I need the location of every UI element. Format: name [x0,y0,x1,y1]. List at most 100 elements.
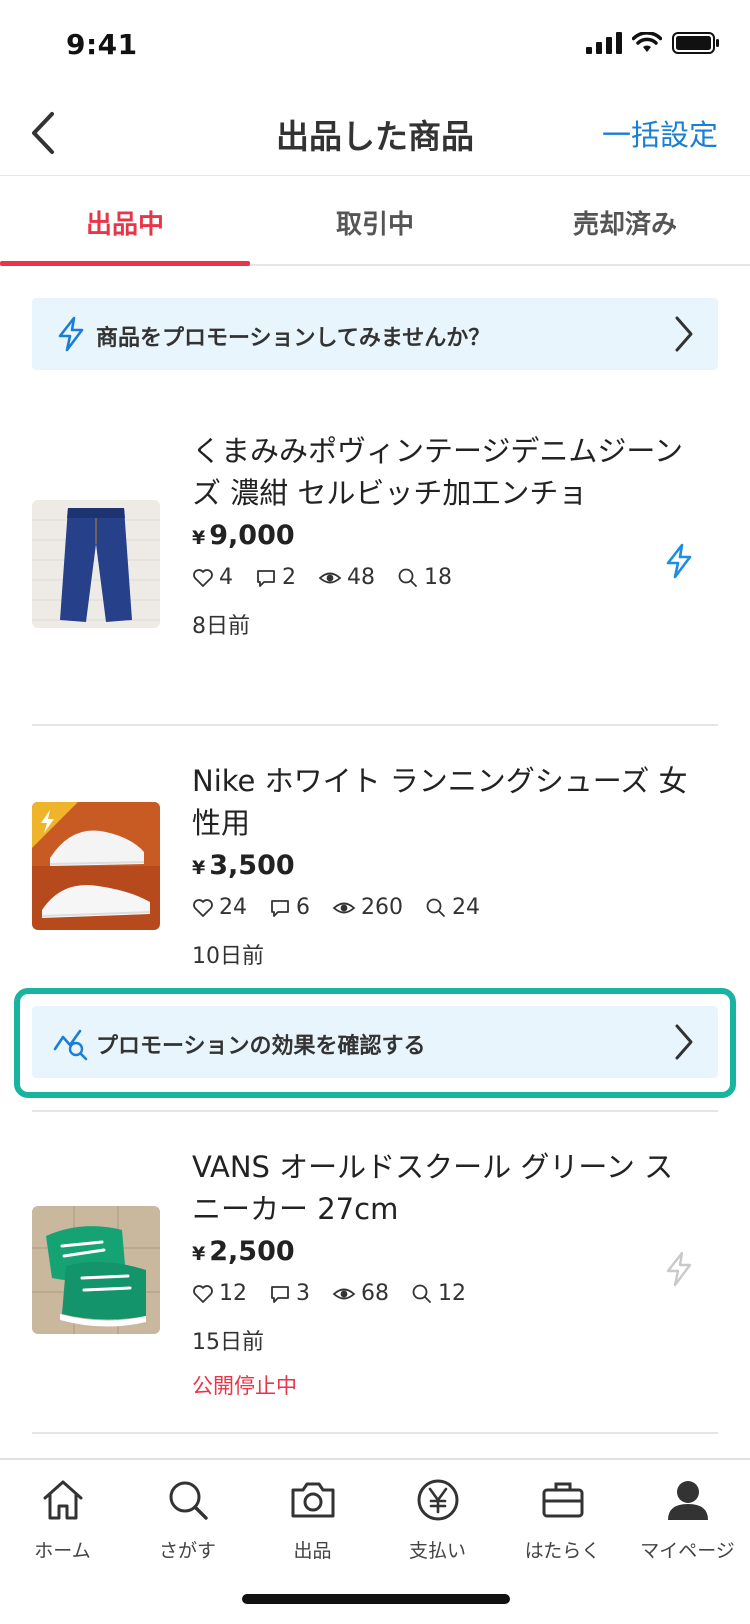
bulk-settings-link[interactable]: 一括設定 [602,112,718,154]
searches-count: 12 [438,1281,466,1306]
views-stat: 68 [332,1281,389,1306]
item-details: くまみみポヴィンテージデニムジーンズ 濃紺 セルビッチ加工ンチョ ¥9,000 … [192,430,702,640]
heart-icon [193,568,213,587]
search-icon [412,1284,431,1303]
list-item[interactable]: VANS オールドスクール グリーン スニーカー 27cm ¥2,500 12 … [32,1146,718,1426]
status-bar: 9:41 [0,0,750,90]
item-details: VANS オールドスクール グリーン スニーカー 27cm ¥2,500 12 … [192,1146,702,1400]
comment-icon [271,1285,289,1303]
status-time: 9:41 [66,28,138,61]
user-icon [667,1481,708,1520]
views-count: 260 [361,895,403,920]
vans-shoes-image [32,1206,160,1334]
promotion-effect-text: プロモーションの効果を確認する [96,1034,426,1059]
item-title: くまみみポヴィンテージデニムジーンズ 濃紺 セルビッチ加工ンチョ [192,434,683,510]
promotion-banner[interactable]: 商品をプロモーションしてみませんか？ [32,298,718,370]
tabbar-item-search[interactable]: さがす [125,1474,250,1563]
chevron-right-icon [675,1024,693,1060]
searches-stat: 18 [397,565,452,590]
item-stats: 4 2 48 18 [192,565,702,590]
comment-icon [257,569,275,587]
chevron-right-icon [675,316,693,352]
eye-icon [332,902,356,913]
nav-bar: 出品した商品 一括設定 [0,90,750,176]
likes-stat: 12 [192,1281,247,1306]
likes-stat: 4 [192,565,233,590]
currency-symbol: ¥ [192,857,206,879]
tab-in-transaction[interactable]: 取引中 [250,176,500,264]
item-thumbnail[interactable] [32,1206,160,1334]
tabbar-label: マイページ [640,1540,735,1562]
status-icons [586,32,720,54]
comments-count: 3 [296,1281,310,1306]
divider [32,724,718,726]
bolt-icon[interactable] [662,1250,696,1288]
promotion-banner-text: 商品をプロモーションしてみませんか？ [96,326,491,351]
analytics-icon [53,1029,88,1061]
comments-count: 6 [296,895,310,920]
briefcase-icon [542,1482,583,1518]
tabbar-item-payment[interactable]: 支払い [375,1474,500,1563]
search-icon [426,898,445,917]
search-icon [169,1481,208,1520]
item-price: ¥2,500 [192,1236,702,1267]
tabbar-item-mypage[interactable]: マイページ [625,1474,750,1563]
list-item[interactable]: Nike ホワイト ランニングシューズ 女性用 ¥3,500 24 6 260 … [32,760,718,980]
comment-icon [271,899,289,917]
item-price: ¥9,000 [192,520,702,551]
camera-icon [291,1482,334,1518]
views-stat: 48 [318,565,375,590]
search-icon [398,568,417,587]
tabbar-label: 出品 [293,1540,332,1562]
tabbar-label: はたらく [524,1540,601,1562]
home-icon [43,1480,82,1520]
wifi-icon [632,32,662,52]
tabbar-item-home[interactable]: ホーム [0,1474,125,1563]
battery-icon [672,32,719,54]
yen-icon [417,1479,458,1521]
heart-icon [193,1284,213,1303]
tab-sold[interactable]: 売却済み [500,176,750,264]
home-indicator [242,1594,510,1604]
searches-stat: 24 [425,895,480,920]
item-thumbnail[interactable] [32,802,160,930]
tabbar-item-sell[interactable]: 出品 [250,1474,375,1563]
item-price-value: 2,500 [209,1236,295,1267]
suspended-status: 公開停止中 [192,1374,297,1398]
searches-stat: 12 [411,1281,466,1306]
likes-stat: 24 [192,895,247,920]
item-stats: 24 6 260 24 [192,895,702,920]
views-count: 48 [347,565,375,590]
jeans-image [32,500,160,628]
comments-stat: 2 [255,565,296,590]
item-title: VANS オールドスクール グリーン スニーカー 27cm [192,1150,674,1226]
comments-stat: 6 [269,895,310,920]
divider [32,1110,718,1112]
promotion-effect-banner[interactable]: プロモーションの効果を確認する [32,1006,718,1078]
item-thumbnail[interactable] [32,500,160,628]
item-age: 15日前 [192,1330,264,1355]
views-count: 68 [361,1281,389,1306]
likes-count: 4 [219,565,233,590]
views-stat: 260 [332,895,403,920]
item-price-value: 9,000 [209,520,295,551]
item-price: ¥3,500 [192,850,702,881]
currency-symbol: ¥ [192,527,206,549]
sneakers-image [32,802,160,930]
searches-count: 18 [424,565,452,590]
comments-stat: 3 [269,1281,310,1306]
bolt-icon[interactable] [662,542,696,580]
signal-icon [586,32,622,54]
tabbar-label: さがす [158,1540,216,1562]
tab-on-sale[interactable]: 出品中 [0,176,250,266]
tabbar-label: ホーム [34,1540,91,1562]
heart-icon [193,898,213,917]
item-age: 10日前 [192,944,264,969]
tabbar-item-work[interactable]: はたらく [500,1474,625,1563]
item-stats: 12 3 68 12 [192,1281,702,1306]
list-item[interactable]: くまみみポヴィンテージデニムジーンズ 濃紺 セルビッチ加工ンチョ ¥9,000 … [32,430,718,700]
eye-icon [318,572,342,583]
comments-count: 2 [282,565,296,590]
currency-symbol: ¥ [192,1243,206,1265]
tabbar-label: 支払い [408,1540,466,1562]
